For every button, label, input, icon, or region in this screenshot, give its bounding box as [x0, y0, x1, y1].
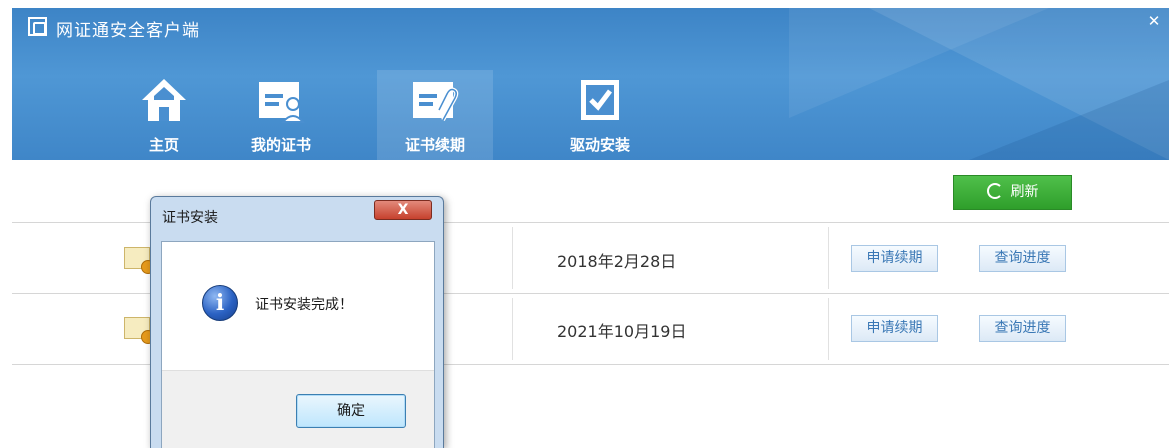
certificate-icon: [124, 317, 155, 344]
nav-item-label: 证书续期: [404, 136, 465, 154]
app-logo-icon: [28, 17, 47, 36]
nav-item-label: 我的证书: [250, 136, 311, 154]
nav-item-my-certificates[interactable]: 我的证书: [223, 70, 339, 160]
certificate-user-icon: [259, 82, 306, 123]
dialog-close-button[interactable]: X: [374, 200, 432, 220]
refresh-icon: [986, 183, 1003, 199]
nav-item-label: 主页: [148, 136, 179, 154]
app-header: 网证通安全客户端 ✕ 主页 我的证书 证书续期 驱动安装: [12, 8, 1169, 160]
nav-item-driver-install[interactable]: 驱动安装: [542, 70, 658, 160]
ok-button[interactable]: 确定: [296, 394, 406, 428]
refresh-button[interactable]: 刷新: [953, 175, 1072, 210]
certificate-renew-icon: [413, 82, 459, 121]
home-icon: [142, 79, 186, 121]
nav-item-home[interactable]: 主页: [106, 70, 222, 160]
nav-item-certificate-renewal[interactable]: 证书续期: [377, 70, 493, 160]
query-progress-button[interactable]: 查询进度: [979, 245, 1066, 272]
query-progress-button[interactable]: 查询进度: [979, 315, 1066, 342]
driver-install-icon: [581, 80, 619, 120]
certificate-icon: [124, 247, 155, 274]
info-icon: i: [202, 285, 238, 321]
title-bar[interactable]: 网证通安全客户端 ✕: [12, 8, 1169, 48]
dialog-button-area: 确定: [162, 370, 434, 448]
refresh-label: 刷新: [1010, 184, 1039, 200]
main-nav: 主页 我的证书 证书续期 驱动安装: [12, 70, 1169, 160]
apply-renewal-button[interactable]: 申请续期: [851, 315, 938, 342]
dialog-message: 证书安装完成！: [255, 297, 353, 313]
certificate-expiry-date: 2018年2月28日: [557, 252, 677, 271]
nav-item-label: 驱动安装: [569, 136, 630, 154]
dialog-body: i 证书安装完成！ 确定: [161, 241, 435, 448]
apply-renewal-button[interactable]: 申请续期: [851, 245, 938, 272]
certificate-expiry-date: 2021年10月19日: [557, 322, 687, 341]
install-dialog: 证书安装 X i 证书安装完成！ 确定: [150, 196, 444, 448]
dialog-title: 证书安装: [162, 210, 218, 226]
app-title: 网证通安全客户端: [56, 21, 200, 41]
dialog-message-area: i 证书安装完成！: [162, 242, 434, 370]
window-close-button[interactable]: ✕: [1145, 12, 1163, 30]
